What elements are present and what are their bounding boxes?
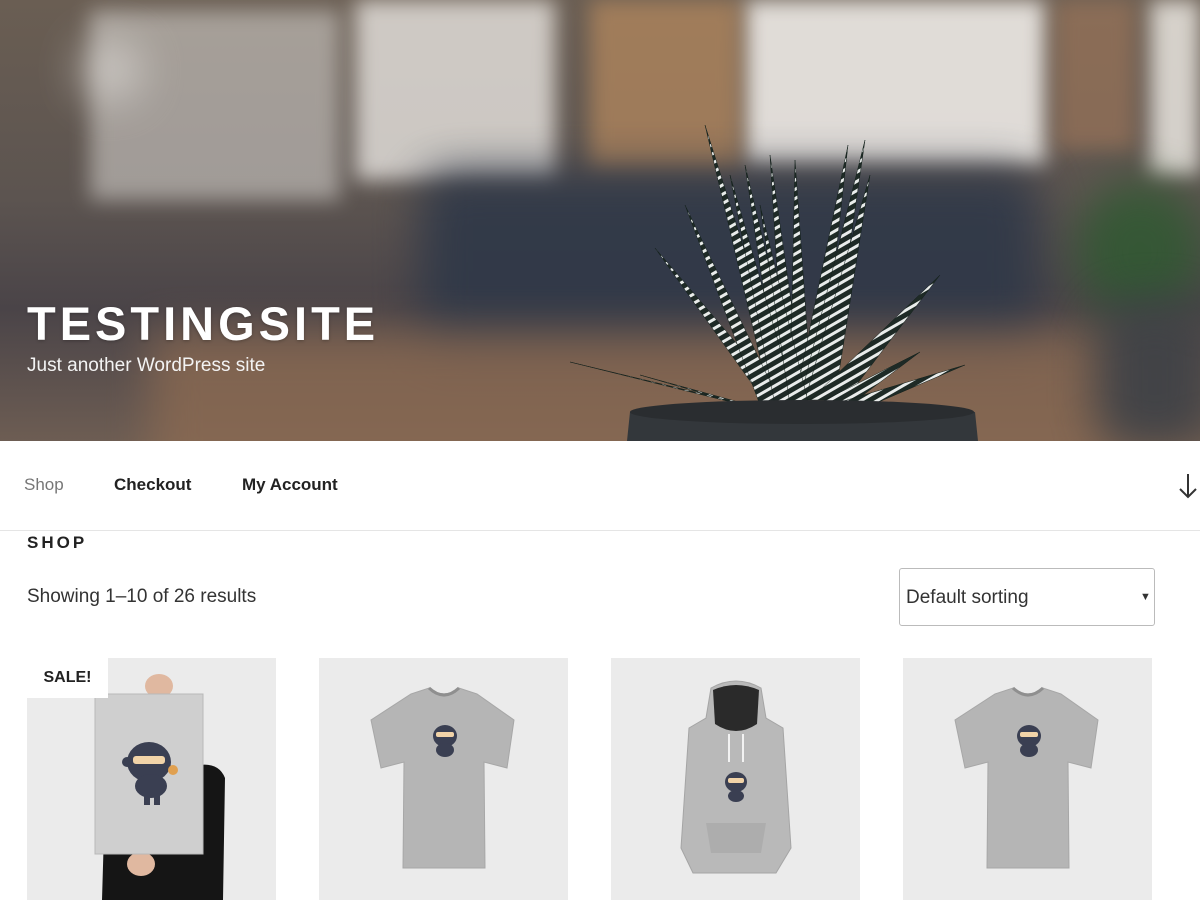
product-card-hoodie[interactable] [611, 658, 860, 900]
main-navigation: Shop Checkout My Account [0, 441, 1200, 531]
nav-item-my-account[interactable]: My Account [242, 475, 338, 495]
sorting-selected-value: Default sorting [906, 587, 1029, 608]
site-title[interactable]: TESTINGSITE [27, 296, 379, 351]
sorting-select[interactable]: Default sorting ▼ [899, 568, 1155, 626]
hoodie-ninja-image [680, 680, 792, 874]
site-tagline: Just another WordPress site [27, 355, 266, 376]
header-hero: TESTINGSITE Just another WordPress site [0, 0, 1200, 441]
caret-down-icon: ▼ [1140, 591, 1151, 603]
arrow-down-icon [1179, 474, 1197, 499]
product-grid: SALE! [0, 658, 1200, 900]
result-count: Showing 1–10 of 26 results [27, 586, 257, 607]
nav-item-checkout[interactable]: Checkout [114, 475, 191, 495]
nav-item-shop[interactable]: Shop [24, 475, 64, 495]
tshirt-ninja-image [370, 686, 515, 869]
tshirt-ninja-image [954, 686, 1099, 869]
product-card-tshirt[interactable] [319, 658, 568, 900]
page-title: SHOP [27, 533, 88, 552]
product-card-tshirt[interactable] [903, 658, 1152, 900]
sale-badge: SALE! [27, 658, 108, 698]
scroll-down-button[interactable] [1176, 471, 1200, 501]
